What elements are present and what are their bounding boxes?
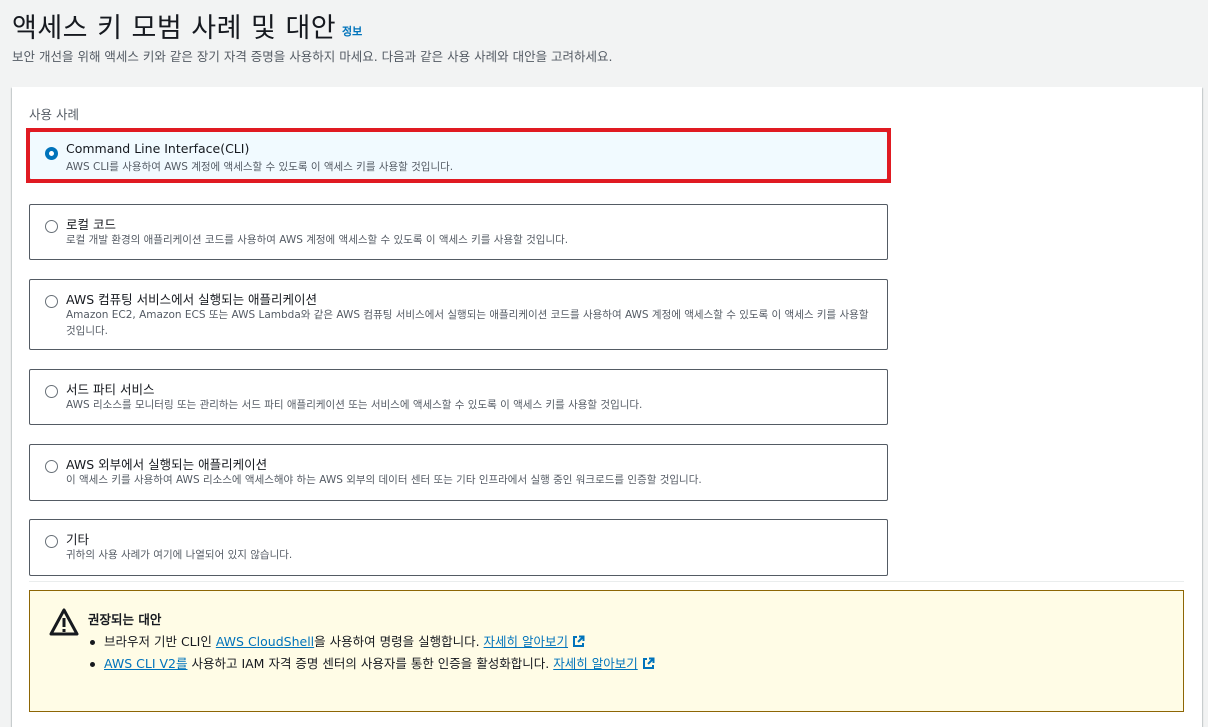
- option-aws-compute[interactable]: AWS 컴퓨팅 서비스에서 실행되는 애플리케이션 Amazon EC2, Am…: [29, 279, 888, 350]
- alt2-suffix: 사용하고 IAM 자격 증명 센터의 사용자를 통한 인증을 활성화합니다.: [187, 656, 554, 671]
- option-title: 서드 파티 서비스: [66, 382, 155, 397]
- option-title: AWS 컴퓨팅 서비스에서 실행되는 애플리케이션: [66, 292, 318, 307]
- use-case-panel: 사용 사례 Command Line Interface(CLI) AWS CL…: [12, 87, 1202, 727]
- option-title: AWS 외부에서 실행되는 애플리케이션: [66, 457, 268, 472]
- option-description: Amazon EC2, Amazon ECS 또는 AWS Lambda와 같은…: [66, 309, 869, 337]
- radio-local-code[interactable]: [45, 220, 58, 233]
- option-description: AWS CLI를 사용하여 AWS 계정에 액세스할 수 있도록 이 액세스 키…: [66, 161, 454, 173]
- option-description: 이 액세스 키를 사용하여 AWS 리소스에 액세스해야 하는 AWS 외부의 …: [66, 474, 702, 486]
- page-title: 액세스 키 모범 사례 및 대안: [12, 13, 337, 44]
- option-description: 귀하의 사용 사례가 여기에 나열되어 있지 않습니다.: [66, 549, 293, 561]
- radio-cli[interactable]: [45, 147, 58, 160]
- radio-aws-compute[interactable]: [45, 295, 58, 308]
- list-item: 브라우저 기반 CLI인 AWS CloudShell을 사용하여 명령을 실행…: [90, 631, 655, 653]
- option-title: 기타: [66, 532, 90, 547]
- list-item: AWS CLI V2를 사용하고 IAM 자격 증명 센터의 사용자를 통한 인…: [90, 653, 655, 675]
- option-description: 로컬 개발 환경의 애플리케이션 코드를 사용하여 AWS 계정에 액세스할 수…: [66, 234, 569, 246]
- option-local-code[interactable]: 로컬 코드 로컬 개발 환경의 애플리케이션 코드를 사용하여 AWS 계정에 …: [29, 204, 888, 260]
- divider: [29, 581, 1184, 582]
- warning-icon: [49, 608, 79, 636]
- alt1-prefix: 브라우저 기반 CLI인: [104, 634, 216, 649]
- option-description: AWS 리소스를 모니터링 또는 관리하는 서드 파티 애플리케이션 또는 서비…: [66, 399, 643, 411]
- alternatives-list: 브라우저 기반 CLI인 AWS CloudShell을 사용하여 명령을 실행…: [90, 631, 655, 675]
- alert-title: 권장되는 대안: [88, 612, 162, 627]
- option-other[interactable]: 기타 귀하의 사용 사례가 여기에 나열되어 있지 않습니다.: [29, 519, 888, 576]
- info-link[interactable]: 정보: [342, 23, 362, 39]
- option-third-party[interactable]: 서드 파티 서비스 AWS 리소스를 모니터링 또는 관리하는 서드 파티 애플…: [29, 369, 888, 425]
- page-description: 보안 개선을 위해 액세스 키와 같은 장기 자격 증명을 사용하지 마세요. …: [12, 49, 613, 64]
- use-case-section-label: 사용 사례: [29, 107, 79, 122]
- external-link-icon[interactable]: [642, 657, 655, 670]
- learn-more-link-2[interactable]: 자세히 알아보기: [553, 656, 637, 671]
- option-title: Command Line Interface(CLI): [66, 141, 250, 156]
- radio-third-party[interactable]: [45, 385, 58, 398]
- external-link-icon[interactable]: [572, 635, 585, 648]
- cloudshell-link[interactable]: AWS CloudShell: [216, 634, 314, 649]
- radio-outside-aws[interactable]: [45, 460, 58, 473]
- option-cli[interactable]: Command Line Interface(CLI) AWS CLI를 사용하…: [29, 131, 888, 180]
- alt1-suffix: 을 사용하여 명령을 실행합니다.: [314, 634, 484, 649]
- option-outside-aws[interactable]: AWS 외부에서 실행되는 애플리케이션 이 액세스 키를 사용하여 AWS 리…: [29, 444, 888, 501]
- aws-cli-v2-link[interactable]: AWS CLI V2를: [104, 656, 188, 671]
- learn-more-link-1[interactable]: 자세히 알아보기: [484, 634, 568, 649]
- option-title: 로컬 코드: [66, 217, 116, 232]
- radio-other[interactable]: [45, 535, 58, 548]
- recommended-alternatives-alert: 권장되는 대안 브라우저 기반 CLI인 AWS CloudShell을 사용하…: [29, 590, 1184, 712]
